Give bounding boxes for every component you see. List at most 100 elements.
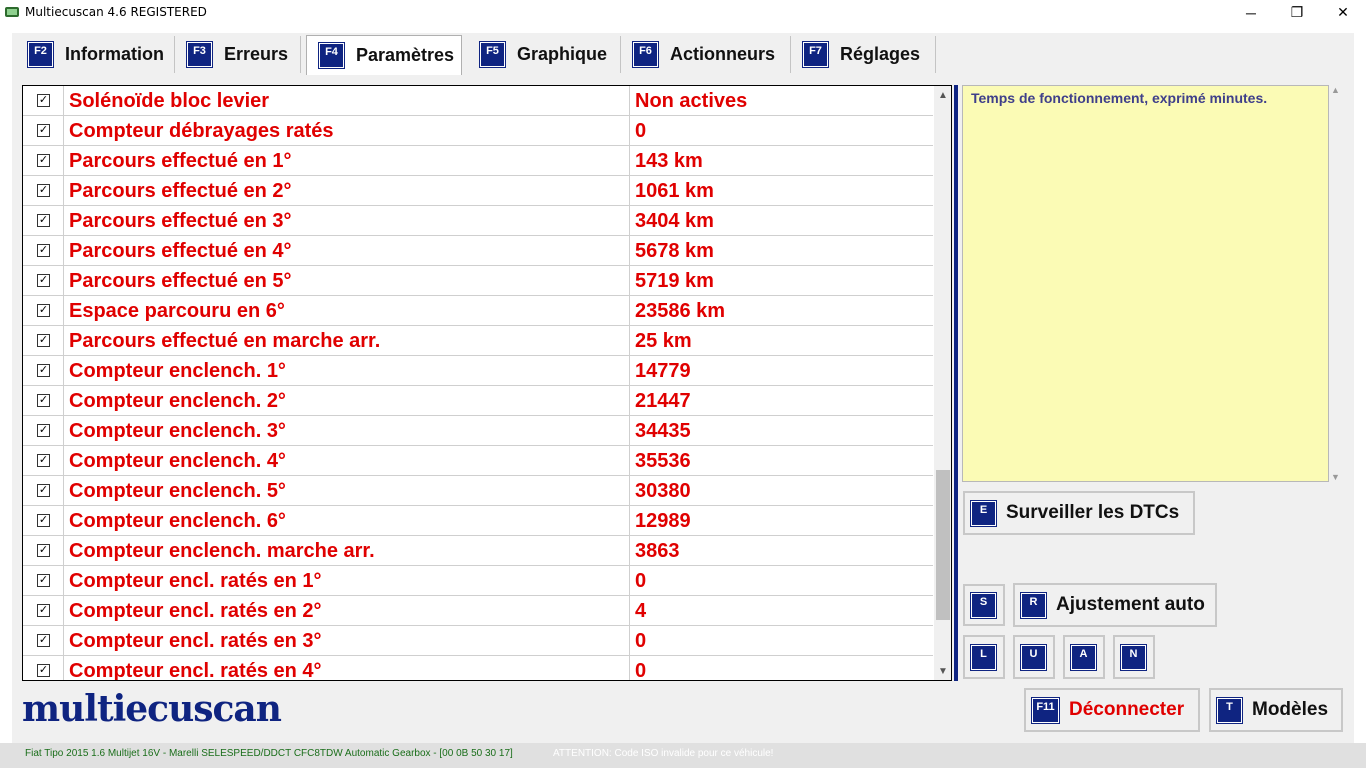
parameter-value: 0 [635,630,647,652]
table-row[interactable]: ✓ Compteur encl. ratés en 2° 4 [23,596,933,626]
parameters-table: ✓ Solénoïde bloc levier Non actives ✓ Compt… [22,85,952,681]
close-button[interactable]: ✕ [1320,0,1366,25]
table-row[interactable]: ✓ Compteur encl. ratés en 4° 0 [23,656,933,681]
row-checkbox[interactable]: ✓ [37,484,50,497]
table-row[interactable]: ✓ Compteur encl. ratés en 1° 0 [23,566,933,596]
tab-actuators[interactable]: F6 Actionneurs [621,36,791,73]
scroll-down-icon[interactable]: ▼ [934,662,951,680]
table-row[interactable]: ✓ Solénoïde bloc levier Non actives [23,86,933,116]
models-button[interactable]: T Modèles [1209,688,1343,732]
table-row[interactable]: ✓ Parcours effectué en 3° 3404 km [23,206,933,236]
button-label: Ajustement auto [1056,594,1205,615]
title-bar: Multiecuscan 4.6 REGISTERED ─ ❐ ✕ [0,0,1366,25]
scroll-up-icon[interactable]: ▲ [934,86,951,104]
parameter-value: 3863 [635,540,680,562]
app-icon [5,7,19,17]
parameter-name: Compteur enclench. 1° [69,360,286,382]
tab-graph[interactable]: F5 Graphique [468,36,621,73]
l-button[interactable]: L [963,635,1005,679]
restore-button[interactable]: ❐ [1274,0,1320,25]
table-row[interactable]: ✓ Compteur enclench. 1° 14779 [23,356,933,386]
row-checkbox[interactable]: ✓ [37,184,50,197]
table-row[interactable]: ✓ Compteur enclench. 2° 21447 [23,386,933,416]
table-row[interactable]: ✓ Parcours effectué en 5° 5719 km [23,266,933,296]
table-row[interactable]: ✓ Parcours effectué en 4° 5678 km [23,236,933,266]
scroll-thumb[interactable] [936,470,950,620]
description-scrollbar[interactable]: ▲ ▼ [1329,85,1342,482]
table-row[interactable]: ✓ Compteur encl. ratés en 3° 0 [23,626,933,656]
table-row[interactable]: ✓ Compteur débrayages ratés 0 [23,116,933,146]
table-row[interactable]: ✓ Parcours effectué en marche arr. 25 km [23,326,933,356]
row-checkbox[interactable]: ✓ [37,274,50,287]
u-button[interactable]: U [1013,635,1055,679]
tab-adjustments[interactable]: F7 Réglages [791,36,936,73]
tab-label: Erreurs [224,44,289,64]
disconnect-button[interactable]: F11 Déconnecter [1024,688,1200,732]
row-checkbox[interactable]: ✓ [37,244,50,257]
table-row[interactable]: ✓ Compteur enclench. 5° 30380 [23,476,933,506]
table-row[interactable]: ✓ Compteur enclench. 3° 34435 [23,416,933,446]
parameter-rows: ✓ Solénoïde bloc levier Non actives ✓ Compt… [23,86,933,681]
row-checkbox[interactable]: ✓ [37,304,50,317]
parameter-name: Parcours effectué en marche arr. [69,330,381,352]
row-checkbox[interactable]: ✓ [37,364,50,377]
parameter-value: 30380 [635,480,691,502]
row-checkbox[interactable]: ✓ [37,154,50,167]
parameter-value: 1061 km [635,180,714,202]
row-checkbox[interactable]: ✓ [37,424,50,437]
row-checkbox[interactable]: ✓ [37,514,50,527]
n-button[interactable]: N [1113,635,1155,679]
table-row[interactable]: ✓ Parcours effectué en 2° 1061 km [23,176,933,206]
parameter-name: Compteur enclench. marche arr. [69,540,375,562]
f2-key-badge: F2 [28,42,53,67]
table-row[interactable]: ✓ Compteur enclench. 4° 35536 [23,446,933,476]
row-checkbox[interactable]: ✓ [37,544,50,557]
parameter-name: Solénoïde bloc levier [69,90,270,112]
tab-label: Graphique [517,44,608,64]
e-key-badge: E [971,500,996,526]
vehicle-info: Fiat Tipo 2015 1.6 Multijet 16V - Marell… [25,748,513,759]
row-checkbox[interactable]: ✓ [37,604,50,617]
table-scrollbar[interactable]: ▲ ▼ [934,86,951,680]
parameter-value: Non actives [635,90,748,112]
parameter-name: Compteur enclench. 6° [69,510,286,532]
tab-errors[interactable]: F3 Erreurs [175,36,301,73]
t-key-badge: T [1217,697,1242,723]
row-checkbox[interactable]: ✓ [37,214,50,227]
row-checkbox[interactable]: ✓ [37,124,50,137]
monitor-dtc-button[interactable]: E Surveiller les DTCs [963,491,1195,535]
window-title: Multiecuscan 4.6 REGISTERED [25,5,207,19]
f4-key-badge: F4 [319,43,344,68]
parameter-description: Temps de fonctionnement, exprimé minutes… [962,85,1329,482]
row-checkbox[interactable]: ✓ [37,574,50,587]
row-checkbox[interactable]: ✓ [37,634,50,647]
row-checkbox[interactable]: ✓ [37,664,50,677]
parameter-value: 5678 km [635,240,714,262]
table-row[interactable]: ✓ Compteur enclench. 6° 12989 [23,506,933,536]
row-checkbox[interactable]: ✓ [37,334,50,347]
scroll-up-icon[interactable]: ▲ [1329,85,1342,95]
table-row[interactable]: ✓ Compteur enclench. marche arr. 3863 [23,536,933,566]
scroll-down-icon[interactable]: ▼ [1329,472,1342,482]
tab-label: Actionneurs [670,44,776,64]
row-checkbox[interactable]: ✓ [37,94,50,107]
parameter-value: 25 km [635,330,692,352]
minimize-button[interactable]: ─ [1228,0,1274,25]
table-row[interactable]: ✓ Espace parcouru en 6° 23586 km [23,296,933,326]
parameter-name: Compteur enclench. 2° [69,390,286,412]
tab-information[interactable]: F2 Information [16,36,175,73]
n-key-badge: N [1121,644,1146,670]
f11-key-badge: F11 [1032,697,1059,723]
row-checkbox[interactable]: ✓ [37,394,50,407]
parameter-value: 0 [635,660,647,681]
tab-parameters[interactable]: F4 Paramètres [306,35,462,75]
auto-adjust-button[interactable]: R Ajustement auto [1013,583,1217,627]
parameter-name: Compteur encl. ratés en 4° [69,660,322,681]
parameter-name: Compteur enclench. 5° [69,480,286,502]
s-button[interactable]: S [963,584,1005,626]
table-row[interactable]: ✓ Parcours effectué en 1° 143 km [23,146,933,176]
row-checkbox[interactable]: ✓ [37,454,50,467]
parameter-value: 0 [635,570,647,592]
parameter-name: Compteur encl. ratés en 1° [69,570,322,592]
a-button[interactable]: A [1063,635,1105,679]
